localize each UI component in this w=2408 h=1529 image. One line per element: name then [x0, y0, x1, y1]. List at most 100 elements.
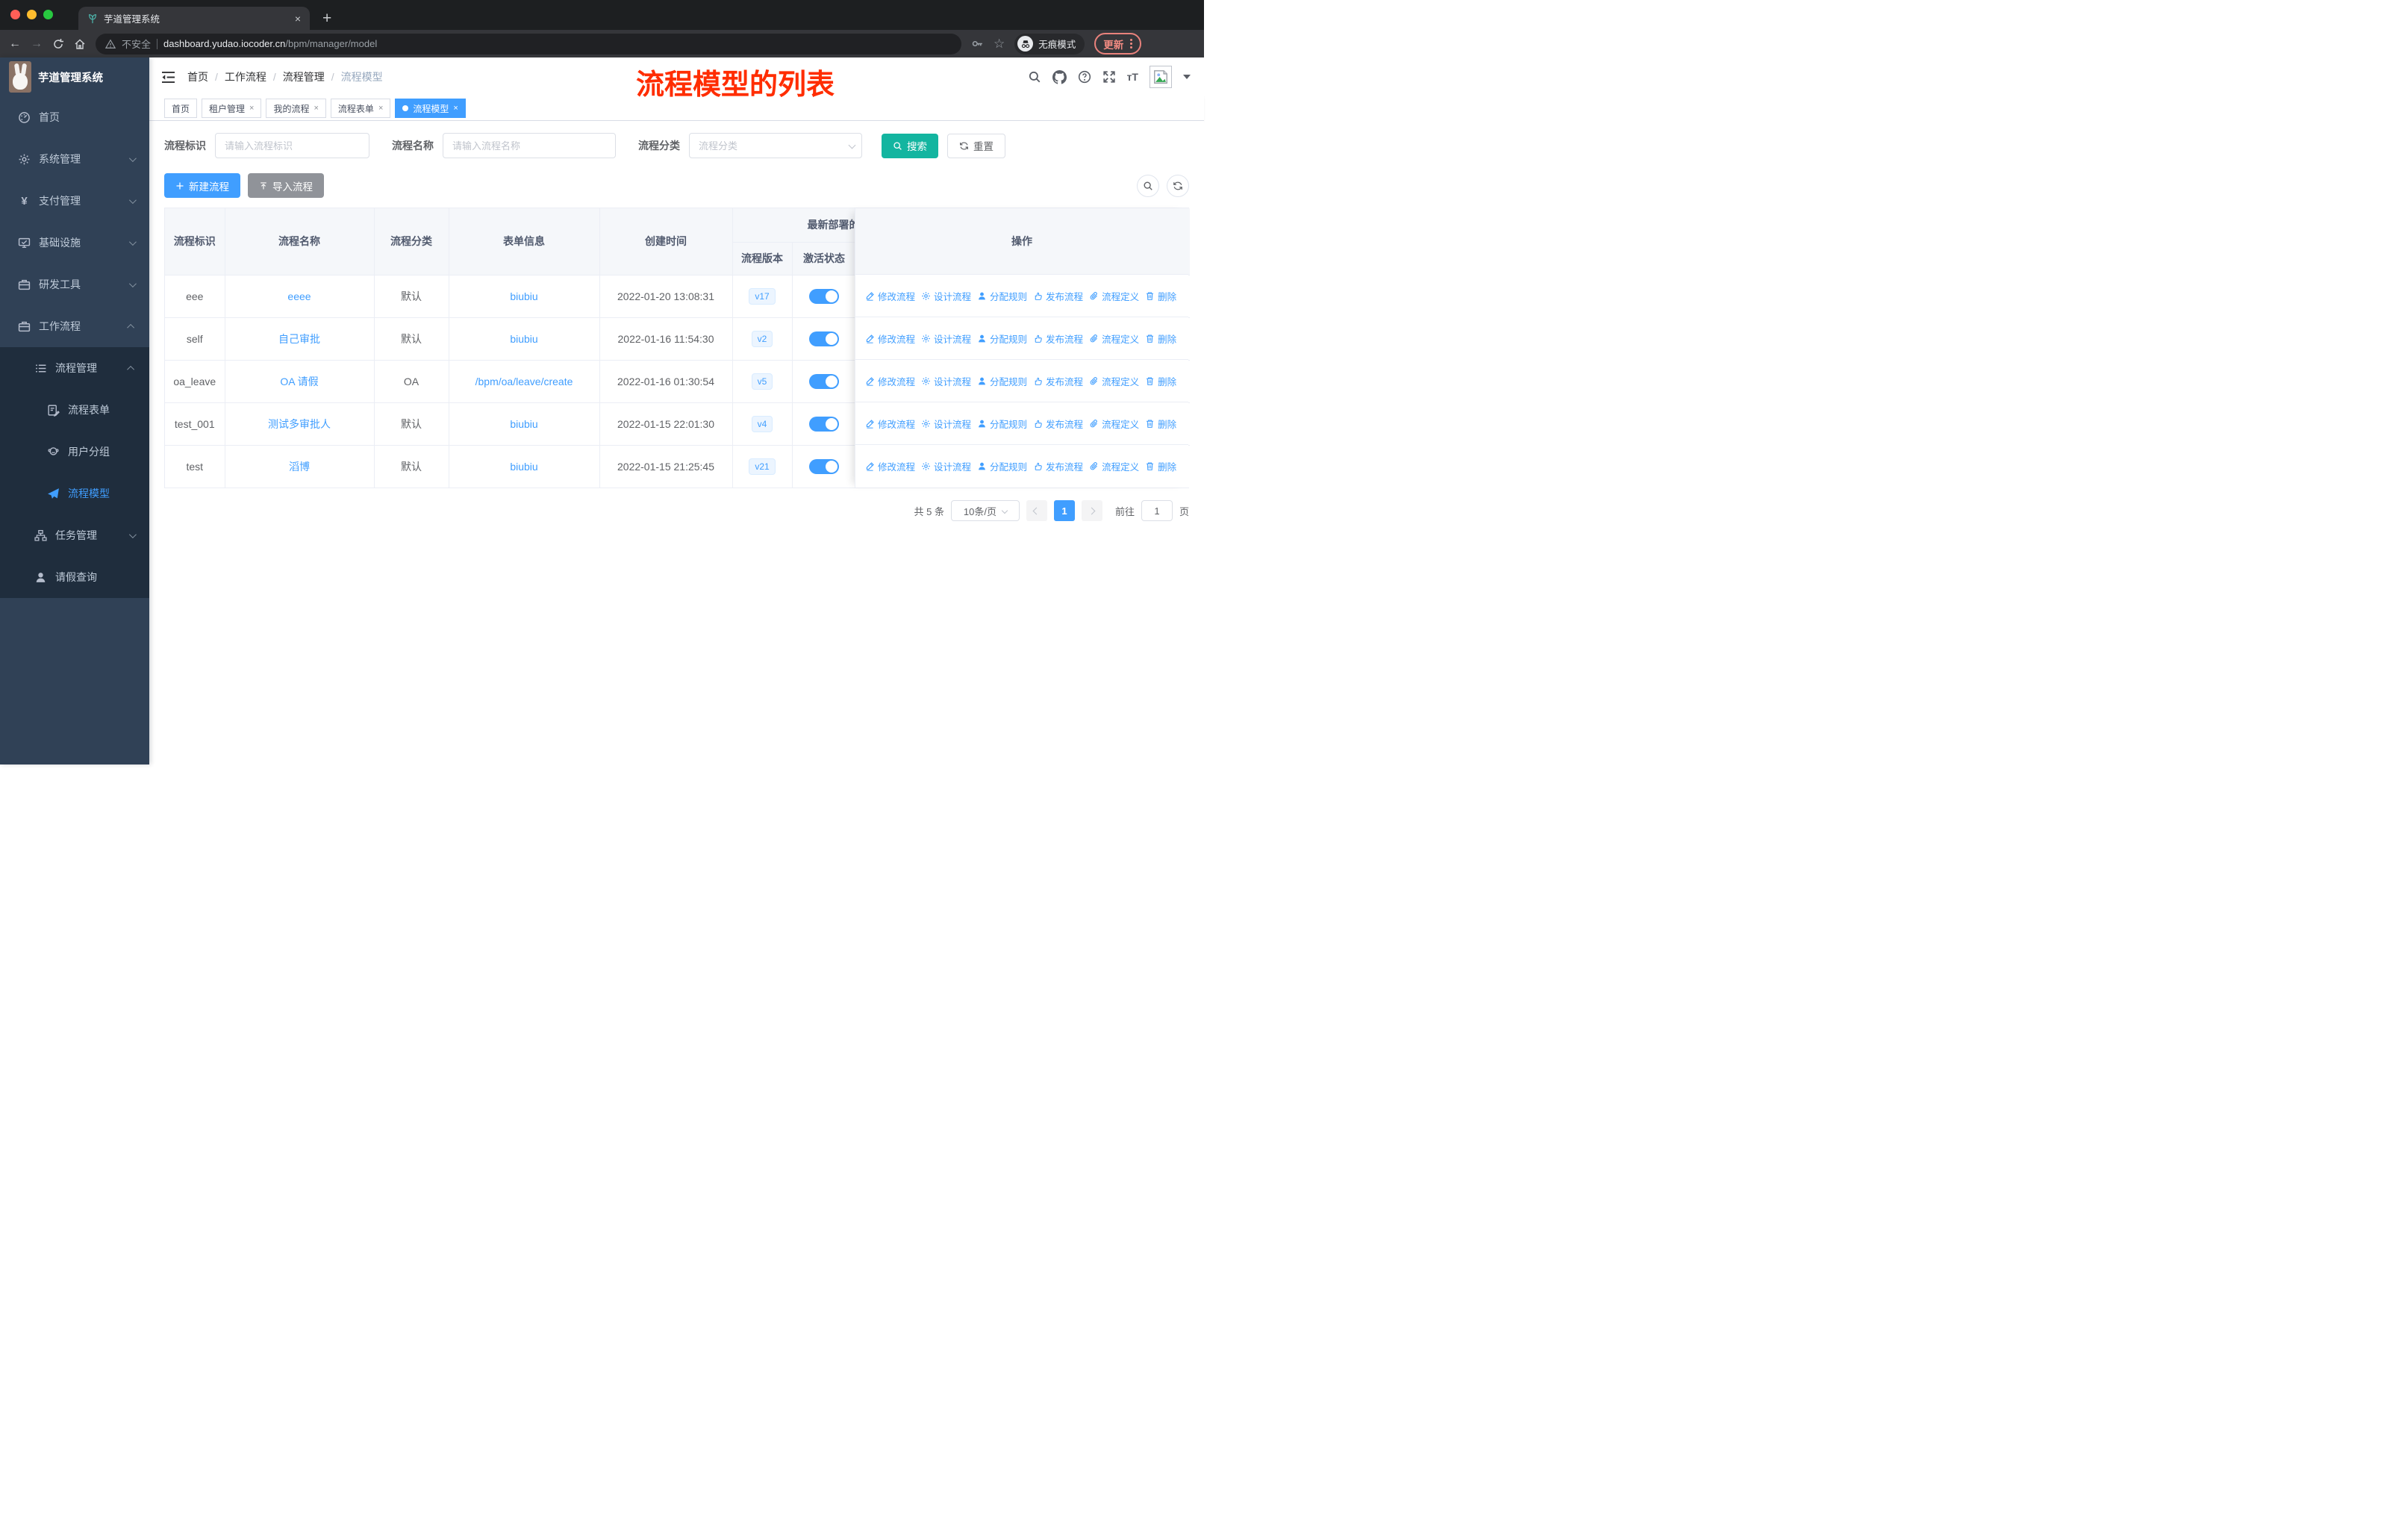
process-name-link[interactable]: 自己审批 — [278, 333, 320, 345]
avatar[interactable] — [1150, 66, 1172, 88]
bookmark-star-icon[interactable]: ☆ — [994, 37, 1005, 52]
fullscreen-icon[interactable] — [1102, 70, 1116, 84]
design-process-link[interactable]: 设计流程 — [921, 417, 971, 431]
form-link[interactable]: biubiu — [510, 333, 537, 345]
sidebar-collapse-icon[interactable] — [161, 71, 175, 84]
form-link[interactable]: /bpm/oa/leave/create — [475, 376, 573, 387]
new-tab-button[interactable]: + — [322, 7, 331, 30]
breadcrumb-home[interactable]: 首页 — [187, 69, 208, 84]
delete-process-link[interactable]: 删除 — [1145, 289, 1176, 303]
process-name-link[interactable]: 测试多审批人 — [268, 418, 331, 430]
process-category-value[interactable] — [689, 133, 862, 158]
import-process-button[interactable]: 导入流程 — [248, 173, 324, 198]
tag-close-icon[interactable]: × — [378, 104, 383, 113]
process-definition-link[interactable]: 流程定义 — [1089, 417, 1139, 431]
process-name-input[interactable] — [443, 133, 616, 158]
active-toggle[interactable] — [809, 331, 839, 346]
tag-process-form[interactable]: 流程表单 × — [330, 99, 391, 118]
sidebar-item-user-group[interactable]: 用户分组 — [0, 431, 149, 473]
minimize-window-button[interactable] — [27, 10, 37, 19]
publish-process-link[interactable]: 发布流程 — [1033, 289, 1083, 303]
current-page-button[interactable]: 1 — [1053, 500, 1075, 521]
goto-page-input[interactable] — [1141, 500, 1173, 521]
sidebar-item-process-mgmt[interactable]: 流程管理 — [0, 347, 149, 389]
tag-my-process[interactable]: 我的流程 × — [266, 99, 326, 118]
sidebar-item-payment[interactable]: ¥ 支付管理 — [0, 180, 149, 222]
browser-tab[interactable]: 芋道管理系统 × — [78, 7, 310, 30]
avatar-caret-icon[interactable] — [1183, 75, 1191, 79]
sidebar-item-devtools[interactable]: 研发工具 — [0, 264, 149, 305]
edit-process-link[interactable]: 修改流程 — [865, 417, 915, 431]
edit-process-link[interactable]: 修改流程 — [865, 331, 915, 346]
page-size-select[interactable]: 10条/页 — [950, 500, 1020, 521]
hide-search-button[interactable] — [1137, 174, 1159, 197]
refresh-table-button[interactable] — [1167, 174, 1189, 197]
sidebar-item-process-form[interactable]: 流程表单 — [0, 389, 149, 431]
sidebar-item-process-model[interactable]: 流程模型 — [0, 473, 149, 514]
process-id-input[interactable] — [215, 133, 369, 158]
assign-rule-link[interactable]: 分配规则 — [977, 417, 1027, 431]
tag-tenant[interactable]: 租户管理 × — [202, 99, 262, 118]
publish-process-link[interactable]: 发布流程 — [1033, 417, 1083, 431]
form-link[interactable]: biubiu — [510, 418, 537, 430]
tag-close-icon[interactable]: × — [249, 104, 254, 113]
design-process-link[interactable]: 设计流程 — [921, 459, 971, 473]
assign-rule-link[interactable]: 分配规则 — [977, 331, 1027, 346]
assign-rule-link[interactable]: 分配规则 — [977, 374, 1027, 388]
app-logo[interactable]: 芋道管理系统 — [0, 57, 149, 96]
process-definition-link[interactable]: 流程定义 — [1089, 331, 1139, 346]
create-process-button[interactable]: 新建流程 — [164, 173, 240, 198]
next-page-button[interactable] — [1081, 500, 1102, 521]
process-name-link[interactable]: OA 请假 — [280, 376, 318, 387]
process-definition-link[interactable]: 流程定义 — [1089, 289, 1139, 303]
sidebar-item-leave-query[interactable]: 请假查询 — [0, 556, 149, 598]
process-definition-link[interactable]: 流程定义 — [1089, 374, 1139, 388]
zoom-window-button[interactable] — [43, 10, 53, 19]
publish-process-link[interactable]: 发布流程 — [1033, 374, 1083, 388]
publish-process-link[interactable]: 发布流程 — [1033, 331, 1083, 346]
font-size-icon[interactable]: тT — [1127, 71, 1138, 83]
forward-button[interactable]: → — [31, 37, 43, 51]
design-process-link[interactable]: 设计流程 — [921, 374, 971, 388]
sidebar-item-system[interactable]: 系统管理 — [0, 138, 149, 180]
breadcrumb-process-mgmt[interactable]: 流程管理 — [283, 69, 325, 84]
edit-process-link[interactable]: 修改流程 — [865, 374, 915, 388]
github-icon[interactable] — [1052, 70, 1067, 84]
active-toggle[interactable] — [809, 373, 839, 389]
active-toggle[interactable] — [809, 288, 839, 304]
process-name-link[interactable]: eeee — [287, 290, 311, 302]
edit-process-link[interactable]: 修改流程 — [865, 459, 915, 473]
close-window-button[interactable] — [10, 10, 20, 19]
password-key-icon[interactable] — [971, 37, 984, 50]
breadcrumb-workflow[interactable]: 工作流程 — [225, 69, 266, 84]
assign-rule-link[interactable]: 分配规则 — [977, 289, 1027, 303]
delete-process-link[interactable]: 删除 — [1145, 417, 1176, 431]
publish-process-link[interactable]: 发布流程 — [1033, 459, 1083, 473]
sidebar-item-home[interactable]: 首页 — [0, 96, 149, 138]
reload-button[interactable] — [52, 38, 64, 50]
edit-process-link[interactable]: 修改流程 — [865, 289, 915, 303]
tag-process-model[interactable]: 流程模型 × — [395, 99, 466, 118]
process-category-select[interactable] — [689, 133, 862, 158]
form-link[interactable]: biubiu — [510, 290, 537, 302]
sidebar-item-task-mgmt[interactable]: 任务管理 — [0, 514, 149, 556]
active-toggle[interactable] — [809, 458, 839, 474]
back-button[interactable]: ← — [9, 37, 21, 51]
reset-button[interactable]: 重置 — [947, 133, 1005, 158]
address-bar[interactable]: 不安全 dashboard.yudao.iocoder.cn/bpm/manag… — [96, 33, 961, 55]
delete-process-link[interactable]: 删除 — [1145, 459, 1176, 473]
search-icon[interactable] — [1028, 70, 1041, 84]
close-tab-icon[interactable]: × — [295, 13, 301, 25]
tag-home[interactable]: 首页 — [164, 99, 198, 118]
delete-process-link[interactable]: 删除 — [1145, 331, 1176, 346]
sidebar-item-workflow[interactable]: 工作流程 — [0, 305, 149, 347]
tag-close-icon[interactable]: × — [453, 104, 458, 113]
process-name-link[interactable]: 滔博 — [289, 461, 310, 473]
search-button[interactable]: 搜索 — [882, 133, 938, 158]
assign-rule-link[interactable]: 分配规则 — [977, 459, 1027, 473]
help-icon[interactable] — [1078, 70, 1091, 84]
design-process-link[interactable]: 设计流程 — [921, 331, 971, 346]
form-link[interactable]: biubiu — [510, 461, 537, 473]
home-button[interactable] — [74, 38, 86, 50]
prev-page-button[interactable] — [1026, 500, 1047, 521]
